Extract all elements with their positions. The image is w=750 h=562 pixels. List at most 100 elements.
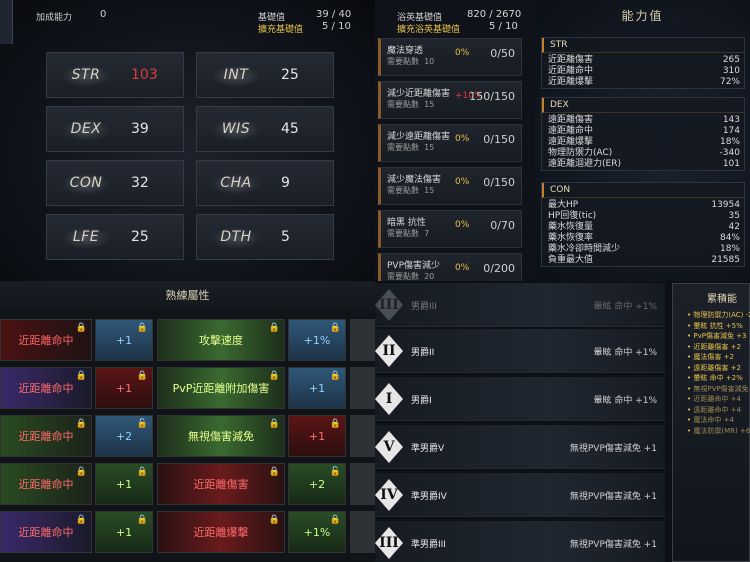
proficiency-cell[interactable]: 近距離傷害 🔒 — [157, 463, 285, 505]
perk-item[interactable]: 暗黑 抗性 需要點數 7 0% 0/70 — [378, 210, 522, 248]
accumulated-title: 累積能 — [707, 294, 737, 305]
ability-row: 遠距離命中 174 — [548, 126, 740, 136]
accumulated-item: 物理防禦力(AC) -2 — [673, 310, 750, 321]
proficiency-cell[interactable]: +1% 🔒 — [288, 511, 346, 553]
perk-name: 減少魔法傷害 — [387, 175, 442, 185]
proficiency-value: +2 — [308, 477, 326, 491]
rank-row[interactable]: IV 準男爵IV 無視PVP傷害減免 +1 — [375, 473, 665, 517]
perk-count: 0/200 — [483, 262, 515, 275]
proficiency-cell[interactable]: +1 🔒 — [288, 367, 346, 409]
rank-row[interactable]: V 準男爵V 無視PVP傷害減免 +1 — [375, 425, 665, 469]
proficiency-cell[interactable]: 近距離命中 🔒 — [0, 463, 92, 505]
proficiency-cell[interactable]: +2 🔓 — [288, 463, 346, 505]
rank-row[interactable]: III 準男爵III 無視PVP傷害減免 +1 — [375, 521, 665, 562]
perk-item[interactable]: 魔法穿透 需要點數 10 0% 0/50 — [378, 38, 522, 76]
rank-effect: 暈眩 命中 +1% — [593, 348, 657, 358]
rank-row[interactable]: III 男爵III 暈眩 命中 +1% — [375, 283, 665, 327]
perk-item[interactable]: 減少魔法傷害 需要點數 15 0% 0/150 — [378, 167, 522, 205]
lock-icon: 🔒 — [75, 371, 87, 381]
perk-cost: 需要點數 15 — [387, 143, 435, 152]
proficiency-cell[interactable]: +2 🔓 — [95, 415, 153, 457]
rank-effect: 暈眩 命中 +1% — [593, 302, 657, 312]
proficiency-cell[interactable]: 近距離命中 🔒 — [0, 319, 92, 361]
rank-numeral-icon: III — [375, 527, 403, 559]
stat-value: 32 — [131, 175, 149, 191]
rank-effect: 無視PVP傷害減免 +1 — [569, 492, 657, 502]
rank-row[interactable]: II 男爵II 暈眩 命中 +1% — [375, 329, 665, 373]
rank-name: 準男爵V — [411, 444, 445, 454]
perk-cost: 需要點數 20 — [387, 272, 435, 281]
proficiency-cell[interactable]: +1 🔒 — [95, 319, 153, 361]
ability-row: 近距離命中 310 — [548, 66, 740, 76]
perk-count: 150/150 — [469, 90, 515, 103]
accumulated-ability-panel: 累積能 物理防禦力(AC) -2暈眩 抗性 +5%PvP傷害減免 +3近距離傷害… — [672, 283, 750, 562]
lock-icon: 🔒 — [75, 419, 87, 429]
proficiency-value: 近距離爆擊 — [193, 526, 249, 539]
perk-item[interactable]: PVP傷害減少 需要點數 20 0% 0/200 — [378, 253, 522, 281]
perk-name: 減少遠距離傷害 — [387, 132, 451, 142]
lock-icon: 🔒 — [268, 467, 280, 477]
rank-numeral-icon: I — [375, 383, 403, 415]
stat-value: 45 — [281, 121, 299, 137]
stat-lfe[interactable]: LFE 25 — [46, 214, 184, 260]
stat-dth[interactable]: DTH 5 — [196, 214, 334, 260]
proficiency-cell[interactable]: PvP近距離附加傷害 🔒 — [157, 367, 285, 409]
ability-row: 近距離爆擊 72% — [548, 77, 740, 87]
proficiency-cell[interactable]: +1 🔒 — [95, 463, 153, 505]
proficiency-cell[interactable]: 無視傷害減免 🔒 — [157, 415, 285, 457]
proficiency-cell[interactable]: 攻擊速度 🔒 — [157, 319, 285, 361]
lock-icon: 🔒 — [136, 515, 148, 525]
stat-cha[interactable]: CHA 9 — [196, 160, 334, 206]
unlocked-icon: 🔓 — [329, 467, 341, 477]
rank-numeral-icon: II — [375, 335, 403, 367]
perk-item[interactable]: 減少遠距離傷害 需要點數 15 0% 0/150 — [378, 124, 522, 162]
proficiency-value: +1 — [115, 477, 133, 491]
proficiency-value: 近距離傷害 — [193, 478, 249, 491]
proficiency-value: 無視傷害減免 — [188, 430, 254, 443]
stat-con[interactable]: CON 32 — [46, 160, 184, 206]
proficiency-value: +1 — [115, 333, 133, 347]
proficiency-value: 攻擊速度 — [199, 334, 243, 347]
lock-icon: 🔒 — [329, 323, 341, 333]
proficiency-cell[interactable]: +1 🔒 — [95, 511, 153, 553]
stat-int[interactable]: INT 25 — [196, 52, 334, 98]
rank-numeral-icon: III — [375, 289, 403, 321]
stat-value: 39 — [131, 121, 149, 137]
ability-row: 藥水恢復量 42 — [548, 222, 740, 232]
stat-dex[interactable]: DEX 39 — [46, 106, 184, 152]
proficiency-cell[interactable]: 近距離命中 🔒 — [0, 415, 92, 457]
proficiency-cell[interactable]: +1% 🔒 — [288, 319, 346, 361]
perk-pct: 0% — [455, 48, 470, 58]
proficiency-value: +1 — [115, 381, 133, 395]
proficiency-cell[interactable]: +1 🔒 — [95, 367, 153, 409]
stat-str[interactable]: STR 103 — [46, 52, 184, 98]
lock-icon: 🔒 — [136, 371, 148, 381]
perk-item[interactable]: 減少近距離傷害 需要點數 15 +10% 150/150 — [378, 81, 522, 119]
proficiency-value: 近距離命中 — [18, 478, 74, 491]
proficiency-value: +1 — [308, 381, 326, 395]
accumulated-item: 暈眩 命中 +2% — [673, 373, 749, 384]
proficiency-cell[interactable]: 近距離爆擊 🔒 — [157, 511, 285, 553]
proficiency-panel: 熟練屬性 近距離命中 🔒 +1 🔒 攻擊速度 🔒 +1% 🔒 近距離命中 🔒 +1 🔒 PvP近距離附加… — [0, 281, 375, 562]
proficiency-cell[interactable]: 近距離命中 🔒 — [0, 367, 92, 409]
side-tab[interactable] — [0, 0, 13, 44]
rank-effect: 暈眩 命中 +1% — [593, 396, 657, 406]
accumulated-item: 遠距離傷害 +2 — [673, 363, 749, 374]
accumulated-item: 魔法防禦(MR) +6 — [673, 426, 750, 437]
rank-row[interactable]: I 男爵I 暈眩 命中 +1% — [375, 377, 665, 421]
proficiency-cell[interactable]: +1 🔒 — [288, 415, 346, 457]
proficiency-cell[interactable]: 近距離命中 🔒 — [0, 511, 92, 553]
accumulated-item: 遠距離命中 +4 — [673, 405, 749, 416]
rank-numeral-icon: V — [375, 431, 403, 463]
lock-icon: 🔒 — [75, 323, 87, 333]
stat-value: 25 — [131, 229, 149, 245]
perk-name: 魔法穿透 — [387, 46, 424, 56]
section-con: CON 最大HP 13954 HP回復(tic) 35 藥水恢復量 42 藥水恢復率 8… — [541, 182, 745, 267]
stat-wis[interactable]: WIS 45 — [196, 106, 334, 152]
accumulated-item: 暈眩 抗性 +5% — [673, 321, 749, 332]
ability-row: 最大HP 13954 — [548, 200, 740, 210]
stat-value: 9 — [281, 175, 290, 191]
unlocked-icon: 🔓 — [136, 419, 148, 429]
stat-name: DTH — [220, 229, 252, 245]
stat-name: DEX — [70, 121, 102, 137]
